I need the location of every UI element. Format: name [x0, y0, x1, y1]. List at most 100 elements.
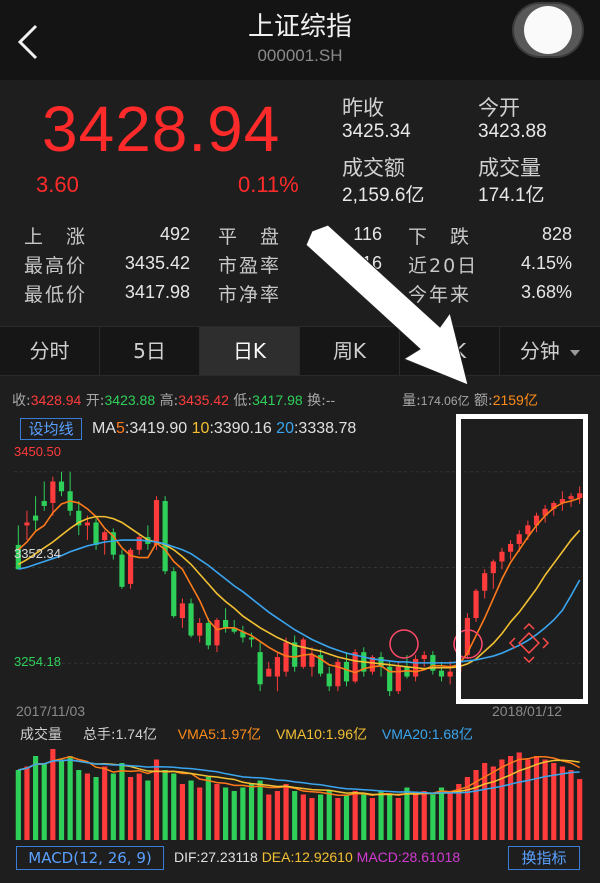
tab-minute-label: 分钟: [519, 339, 560, 363]
info-high-label: 高:: [159, 393, 179, 409]
volume-bar: [533, 756, 540, 840]
volume-bar: [274, 791, 280, 840]
ma10-label: 10: [191, 420, 210, 437]
tab-daily-k[interactable]: 日K: [200, 327, 300, 375]
volume-bar: [430, 794, 436, 840]
volume-bar: [568, 770, 574, 840]
volume-bar: [266, 794, 272, 840]
candle-body: [300, 639, 306, 667]
page-title: 上证综指: [247, 12, 352, 42]
ytd-value: 3.68%: [520, 282, 572, 302]
volume-bar: [335, 798, 341, 840]
candle-body: [50, 481, 56, 503]
volume-bar: [577, 779, 583, 840]
annotation-arrow-icon: [305, 225, 469, 386]
low-label: 最低价: [24, 284, 88, 306]
volume-bar: [352, 791, 358, 840]
volume-bar: [41, 763, 47, 840]
candle-body: [421, 655, 427, 659]
candle-body: [102, 532, 108, 541]
volume-bar: [447, 791, 453, 840]
volume-bar: [508, 756, 514, 840]
candle-body: [136, 537, 142, 550]
macd-button[interactable]: MACD(12, 26, 9): [16, 846, 164, 870]
tab-minute[interactable]: 分钟: [500, 327, 600, 375]
signal-circle-marker: [389, 629, 419, 659]
volume-bar: [318, 794, 324, 840]
volume-bar: [171, 773, 177, 840]
volume-bar: [162, 770, 168, 840]
pe-label: 市盈率: [218, 255, 282, 277]
candle-body: [179, 603, 185, 619]
highlight-box: [456, 414, 588, 704]
turnover-value: 2,159.6亿: [342, 185, 425, 206]
volume-bar: [309, 798, 315, 840]
macd-values: DIF:27.23118 DEA:12.92610 MACD:28.61018: [174, 849, 460, 865]
volume-bar: [292, 791, 298, 840]
volume-bar: [93, 777, 99, 840]
candle-body: [41, 501, 47, 506]
end-date-label: 2018/01/12: [492, 703, 563, 719]
open-value: 3423.88: [478, 121, 547, 142]
header-bar: 上证综指 000001.SH: [0, 0, 600, 80]
ma20-value: :3338.78: [293, 420, 357, 437]
ma-legend: MA5:3419.90 10:3390.16 20:3338.78: [92, 420, 356, 438]
axis-mid-label: 3352.34: [14, 546, 61, 561]
volume-bar: [24, 766, 30, 840]
ma-prefix: MA: [92, 420, 116, 437]
info-low-label: 低:: [233, 393, 253, 409]
set-ma-button[interactable]: 设均线: [20, 418, 82, 440]
volume-bar: [559, 766, 565, 840]
open-label: 今开: [478, 96, 520, 120]
current-price: 3428.94: [42, 93, 281, 165]
volume-bar: [300, 794, 306, 840]
prev-close-value: 3425.34: [342, 121, 411, 142]
volume-bar: [188, 780, 194, 840]
volume-bar: [542, 759, 548, 840]
macd-macd: MACD:28.61018: [356, 849, 461, 865]
d20-value: 4.15%: [520, 253, 572, 273]
candle-body: [343, 661, 350, 682]
volume-bar: [214, 784, 220, 840]
advancers-value: 492: [159, 224, 190, 244]
info-high: 3435.42: [178, 392, 229, 408]
switch-indicator-button[interactable]: 换指标: [508, 846, 580, 870]
candle-body: [257, 652, 263, 685]
volume-value: 174.1亿: [478, 185, 545, 206]
volume-bar: [145, 780, 151, 840]
volume-bar: [110, 773, 116, 840]
high-value: 3435.42: [124, 253, 190, 273]
candle-body: [205, 622, 211, 646]
low-value: 3417.98: [124, 282, 190, 302]
stock-code: 000001.SH: [257, 46, 343, 65]
tab-intraday[interactable]: 分时: [0, 327, 100, 375]
candle-body: [352, 652, 358, 682]
candle-body: [162, 501, 168, 572]
turnover-label: 成交额: [342, 156, 405, 180]
volume-chart[interactable]: [0, 740, 600, 840]
advancers-label: 上 涨: [24, 226, 88, 248]
unchanged-label: 平 盘: [218, 226, 282, 248]
volume-bar: [179, 784, 185, 840]
tab-5day[interactable]: 5日: [100, 327, 200, 375]
info-open-label: 开:: [85, 393, 105, 409]
high-label: 最高价: [24, 255, 88, 277]
volume-bar: [119, 763, 125, 840]
volume-bar: [343, 794, 350, 840]
volume-bar: [438, 787, 445, 840]
candle-body: [223, 619, 229, 628]
candle-body: [438, 670, 445, 677]
ma20-label: 20: [276, 420, 294, 437]
volume-bar: [387, 794, 393, 840]
volume-bar: [240, 787, 246, 840]
volume-bar: [482, 763, 488, 840]
axis-low-label: 3254.18: [14, 654, 61, 669]
candle-body: [447, 671, 453, 677]
candle-body: [93, 522, 99, 545]
candle-body: [171, 571, 177, 617]
assistive-touch-icon[interactable]: [514, 4, 582, 56]
candle-body: [24, 522, 30, 526]
dropdown-caret-icon: [570, 349, 581, 356]
volume-bar: [15, 770, 21, 840]
candle-body: [266, 668, 272, 677]
